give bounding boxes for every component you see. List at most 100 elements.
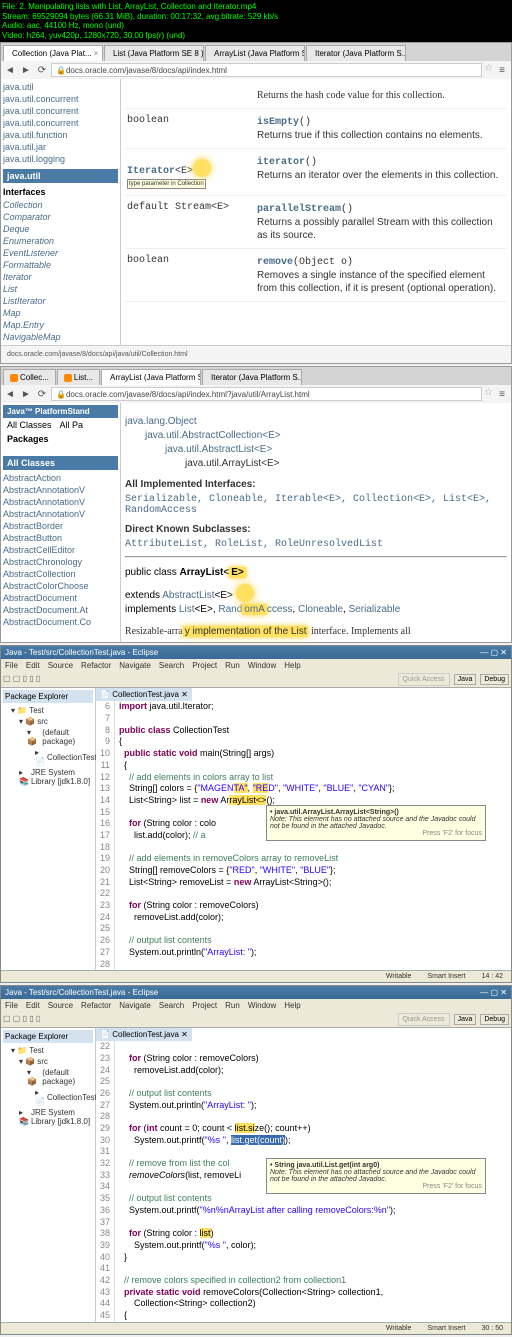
- url-input[interactable]: 🔒 docs.oracle.com/javase/8/docs/api/inde…: [51, 63, 482, 77]
- class-link[interactable]: AbstractBorder: [3, 520, 118, 532]
- tree-javafile[interactable]: ▸ 📄 CollectionTest.java: [3, 1087, 93, 1107]
- menu-edit[interactable]: Edit: [26, 661, 40, 670]
- class-link[interactable]: AbstractAction: [3, 472, 118, 484]
- iface-link[interactable]: Comparator: [3, 211, 118, 223]
- menu-file[interactable]: File: [5, 661, 18, 670]
- pkg-link[interactable]: java.util: [3, 81, 118, 93]
- menu-window[interactable]: Window: [248, 1001, 276, 1010]
- back-button[interactable]: ◄: [3, 63, 17, 77]
- tree-jre[interactable]: ▸ 📚 JRE System Library [jdk1.8.0]: [3, 1107, 93, 1127]
- code-editor[interactable]: 6789101112131415161718192021222324252627…: [96, 701, 511, 970]
- tab[interactable]: List...: [57, 369, 100, 385]
- menu-project[interactable]: Project: [192, 1001, 217, 1010]
- tab-iterator[interactable]: Iterator (Java Platform S...×: [306, 45, 406, 61]
- class-link[interactable]: AbstractCollection: [3, 568, 118, 580]
- iface-link[interactable]: EventListener: [3, 247, 118, 259]
- tree-project[interactable]: ▾ 📁 Test: [3, 1045, 93, 1056]
- menu-window[interactable]: Window: [248, 661, 276, 670]
- perspective-java[interactable]: Java: [454, 674, 477, 685]
- tab-arraylist[interactable]: ArrayList (Java Platform S...×: [101, 369, 201, 385]
- editor-tab[interactable]: 📄 CollectionTest.java ✕: [96, 688, 192, 701]
- tab-list[interactable]: List (Java Platform SE 8 )×: [104, 45, 204, 61]
- tree-pkg[interactable]: ▾ 📦 (default package): [3, 1067, 93, 1087]
- allpackages-link[interactable]: All Pa: [60, 420, 84, 430]
- class-link[interactable]: AbstractAnnotationV: [3, 496, 118, 508]
- class-link[interactable]: AbstractDocument.Co: [3, 616, 118, 628]
- tab[interactable]: Iterator (Java Platform S...: [202, 369, 302, 385]
- reload-button[interactable]: ⟳: [35, 63, 49, 77]
- url-input[interactable]: 🔒 docs.oracle.com/javase/8/docs/api/inde…: [51, 387, 482, 401]
- bookmark-icon[interactable]: ☆: [484, 63, 493, 77]
- class-link[interactable]: AbstractAnnotationV: [3, 508, 118, 520]
- method-link[interactable]: iterator: [257, 157, 305, 168]
- close-icon[interactable]: ×: [94, 49, 99, 58]
- quick-access-input[interactable]: Quick Access: [398, 673, 450, 686]
- code-editor[interactable]: 2223242526272829303132333435363738394041…: [96, 1041, 511, 1322]
- pkg-link[interactable]: java.util.jar: [3, 141, 118, 153]
- tree-jre[interactable]: ▸ 📚 JRE System Library [jdk1.8.0]: [3, 767, 93, 787]
- menu-run[interactable]: Run: [225, 661, 240, 670]
- perspective-debug[interactable]: Debug: [480, 674, 509, 685]
- classes-sidebar[interactable]: Java™ PlatformStand All ClassesAll Pa Pa…: [1, 403, 121, 642]
- iface-link[interactable]: Formattable: [3, 259, 118, 271]
- tab-collection[interactable]: Collection (Java Plat...×: [3, 45, 103, 61]
- pkg-link[interactable]: java.util.concurrent: [3, 117, 118, 129]
- menu-refactor[interactable]: Refactor: [81, 1001, 111, 1010]
- menu-edit[interactable]: Edit: [26, 1001, 40, 1010]
- pkg-link[interactable]: java.util.concurrent: [3, 105, 118, 117]
- menu-project[interactable]: Project: [192, 661, 217, 670]
- tree-src[interactable]: ▾ 📦 src: [3, 716, 93, 727]
- reload-button[interactable]: ⟳: [35, 387, 49, 401]
- quick-access-input[interactable]: Quick Access: [398, 1013, 450, 1026]
- pkg-link[interactable]: java.util.concurrent: [3, 93, 118, 105]
- menu-icon[interactable]: ≡: [495, 387, 509, 401]
- menu-file[interactable]: File: [5, 1001, 18, 1010]
- class-link[interactable]: AbstractColorChoose: [3, 580, 118, 592]
- packages-sidebar[interactable]: java.util java.util.concurrent java.util…: [1, 79, 121, 345]
- iface-link[interactable]: List: [3, 283, 118, 295]
- bookmark-icon[interactable]: ☆: [484, 387, 493, 401]
- menu-refactor[interactable]: Refactor: [81, 661, 111, 670]
- iface-link[interactable]: Enumeration: [3, 235, 118, 247]
- tree-project[interactable]: ▾ 📁 Test: [3, 705, 93, 716]
- class-link[interactable]: AbstractDocument.At: [3, 604, 118, 616]
- iface-link[interactable]: Map.Entry: [3, 319, 118, 331]
- iface-link[interactable]: Iterator: [3, 271, 118, 283]
- window-controls[interactable]: — ▢ ✕: [480, 988, 507, 997]
- menu-icon[interactable]: ≡: [495, 63, 509, 77]
- menu-search[interactable]: Search: [159, 1001, 184, 1010]
- iterator-type-link[interactable]: Iterator: [127, 166, 175, 177]
- window-controls[interactable]: — ▢ ✕: [480, 648, 507, 657]
- iface-link[interactable]: Deque: [3, 223, 118, 235]
- iface-link[interactable]: NavigableMap: [3, 331, 118, 343]
- method-link[interactable]: remove: [257, 257, 293, 268]
- menu-navigate[interactable]: Navigate: [119, 1001, 151, 1010]
- iface-link[interactable]: Collection: [3, 199, 118, 211]
- perspective-java[interactable]: Java: [454, 1014, 477, 1025]
- menu-run[interactable]: Run: [225, 1001, 240, 1010]
- menu-help[interactable]: Help: [284, 1001, 300, 1010]
- back-button[interactable]: ◄: [3, 387, 17, 401]
- iface-link[interactable]: ListIterator: [3, 295, 118, 307]
- menu-search[interactable]: Search: [159, 661, 184, 670]
- method-link[interactable]: parallelStream: [257, 204, 341, 215]
- tab[interactable]: Collec...: [3, 369, 56, 385]
- tree-pkg[interactable]: ▾ 📦 (default package): [3, 727, 93, 747]
- class-link[interactable]: AbstractChronology: [3, 556, 118, 568]
- perspective-debug[interactable]: Debug: [480, 1014, 509, 1025]
- editor-tab[interactable]: 📄 CollectionTest.java ✕: [96, 1028, 192, 1041]
- tree-javafile[interactable]: ▸ 📄 CollectionTest.java: [3, 747, 93, 767]
- class-link[interactable]: AbstractAnnotationV: [3, 484, 118, 496]
- menu-navigate[interactable]: Navigate: [119, 661, 151, 670]
- tab-arraylist[interactable]: ArrayList (Java Platform S...×: [205, 45, 305, 61]
- iface-link[interactable]: Map: [3, 307, 118, 319]
- menu-source[interactable]: Source: [48, 1001, 73, 1010]
- class-doc[interactable]: java.lang.Object java.util.AbstractColle…: [121, 403, 511, 642]
- pkg-link[interactable]: java.util.logging: [3, 153, 118, 165]
- package-explorer[interactable]: Package Explorer ▾ 📁 Test ▾ 📦 src ▾ 📦 (d…: [1, 1028, 96, 1322]
- forward-button[interactable]: ►: [19, 387, 33, 401]
- class-link[interactable]: AbstractButton: [3, 532, 118, 544]
- method-summary[interactable]: Returns the hash code value for this col…: [121, 79, 511, 345]
- package-explorer[interactable]: Package Explorer ▾ 📁 Test ▾ 📦 src ▾ 📦 (d…: [1, 688, 96, 970]
- class-link[interactable]: AbstractDocument: [3, 592, 118, 604]
